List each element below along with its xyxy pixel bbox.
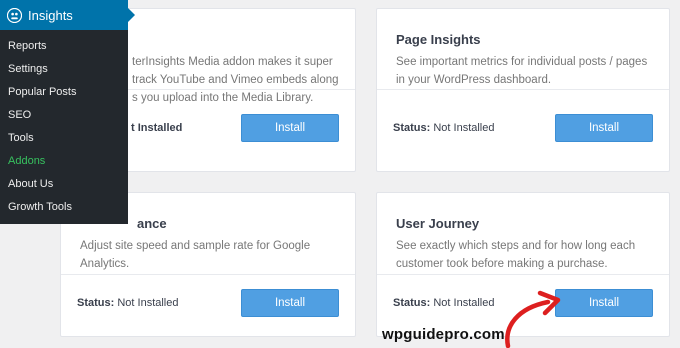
- desc-line: Adjust site speed and sample rate for Go…: [80, 240, 311, 252]
- card-title: ance: [137, 216, 167, 231]
- admin-submenu: Insights Reports Settings Popular Posts …: [0, 0, 135, 224]
- menu-item-about-us[interactable]: About Us: [0, 173, 128, 196]
- menu-item-settings[interactable]: Settings: [0, 58, 128, 81]
- menu-header[interactable]: Insights: [0, 0, 128, 30]
- install-status: t Installed: [131, 122, 182, 134]
- status-value: Not Installed: [433, 297, 495, 309]
- menu-item-seo[interactable]: SEO: [0, 104, 128, 127]
- desc-line: Analytics.: [80, 258, 130, 270]
- install-status: Status: Not Installed: [393, 297, 495, 309]
- install-status: Status: Not Installed: [393, 122, 495, 134]
- install-status: Status: Not Installed: [77, 297, 179, 309]
- card-description: See important metrics for individual pos…: [396, 53, 666, 89]
- monsterinsights-logo-icon: [7, 7, 22, 23]
- card-title: Page Insights: [396, 32, 481, 47]
- status-label: Status:: [393, 297, 431, 309]
- desc-line: See exactly which steps and for how long…: [396, 240, 636, 252]
- desc-line: terInsights Media addon makes it super: [132, 56, 333, 68]
- status-value: Not Installed: [117, 297, 179, 309]
- menu-title: Insights: [28, 7, 73, 23]
- addon-card-page-insights: Page Insights See important metrics for …: [376, 8, 670, 172]
- desc-line: in your WordPress dashboard.: [396, 74, 552, 86]
- desc-line: See important metrics for individual pos…: [396, 56, 648, 68]
- status-label: Status:: [393, 122, 431, 134]
- desc-line: track YouTube and Vimeo embeds along: [132, 74, 339, 86]
- status-label: Status:: [77, 297, 115, 309]
- menu-item-addons[interactable]: Addons: [0, 150, 128, 173]
- active-menu-arrow: [128, 8, 135, 22]
- menu-item-reports[interactable]: Reports: [0, 35, 128, 58]
- install-button[interactable]: Install: [241, 289, 339, 317]
- card-footer: Status: Not Installed Install: [61, 274, 355, 336]
- status-value: t Installed: [131, 122, 183, 134]
- card-footer: Status: Not Installed Install: [377, 89, 669, 171]
- watermark-text: wpguidepro.com: [382, 326, 505, 343]
- card-title: User Journey: [396, 216, 480, 231]
- menu-item-popular-posts[interactable]: Popular Posts: [0, 81, 128, 104]
- card-description: See exactly which steps and for how long…: [396, 237, 666, 273]
- submenu-list: Reports Settings Popular Posts SEO Tools…: [0, 35, 128, 219]
- card-description: Adjust site speed and sample rate for Go…: [80, 237, 350, 273]
- desc-line: customer took before making a purchase.: [396, 258, 608, 270]
- menu-item-growth-tools[interactable]: Growth Tools: [0, 196, 128, 219]
- install-button[interactable]: Install: [241, 114, 339, 142]
- install-button[interactable]: Install: [555, 289, 653, 317]
- status-value: Not Installed: [433, 122, 495, 134]
- menu-item-tools[interactable]: Tools: [0, 127, 128, 150]
- install-button[interactable]: Install: [555, 114, 653, 142]
